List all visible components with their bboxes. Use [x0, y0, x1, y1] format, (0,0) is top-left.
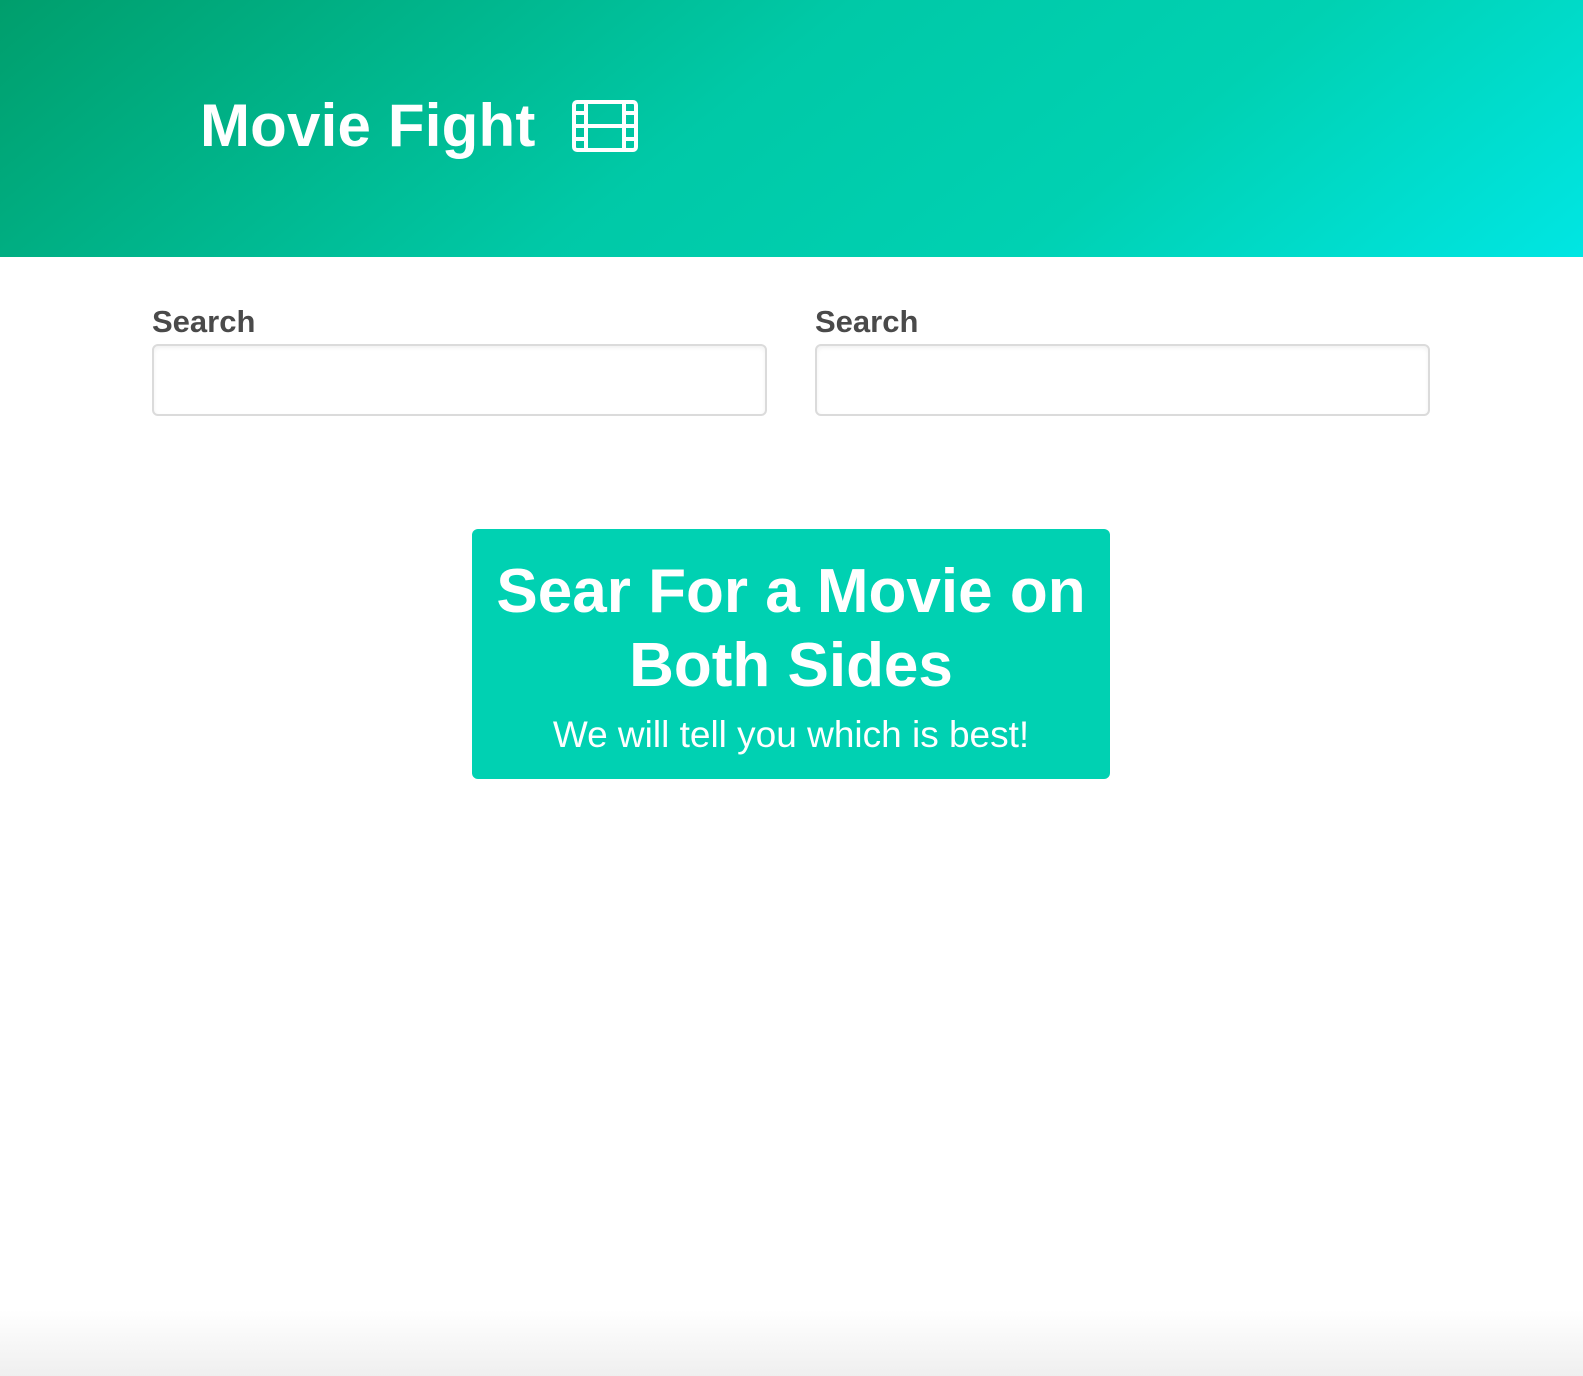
page-title: Movie Fight	[200, 92, 536, 159]
left-search-label: Search	[152, 304, 256, 339]
search-columns: Search Search	[152, 300, 1430, 416]
tutorial-subtitle: We will tell you which is best!	[552, 714, 1030, 755]
tutorial-notification: Sear For a Movie on Both Sides We will t…	[472, 529, 1110, 779]
right-search-field: Search	[815, 300, 1430, 416]
bottom-shadow	[0, 1310, 1583, 1376]
tutorial-heading: Sear For a Movie on Both Sides	[496, 557, 1086, 700]
left-search-field: Search	[152, 300, 767, 416]
right-search-label: Search	[815, 304, 919, 339]
hero-banner: Movie Fight	[0, 0, 1583, 257]
right-search-input[interactable]	[815, 344, 1430, 416]
hero-title-group: Movie Fight	[200, 90, 638, 162]
film-icon	[571, 100, 638, 152]
left-search-input[interactable]	[152, 344, 767, 416]
